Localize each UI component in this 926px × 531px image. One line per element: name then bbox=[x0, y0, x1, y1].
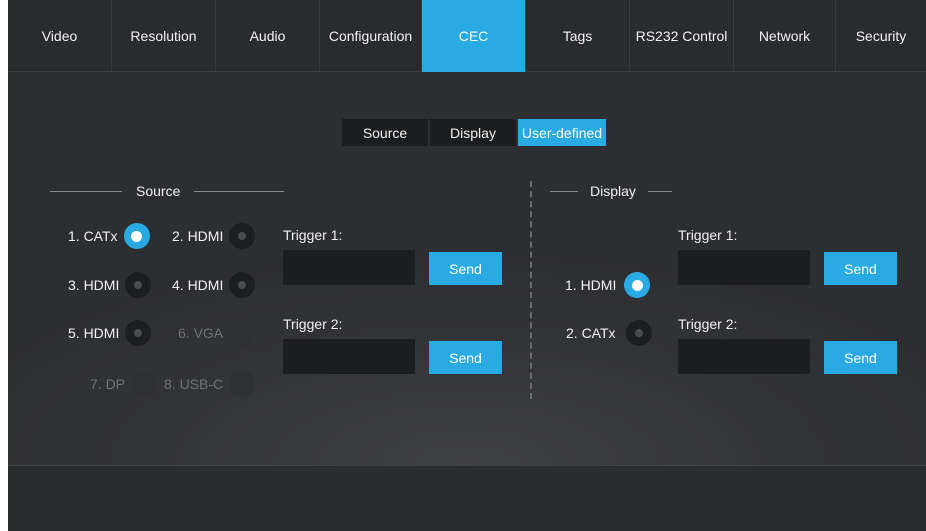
display-trigger-1-send-button[interactable]: Send bbox=[824, 252, 897, 285]
radio-button-disabled bbox=[229, 371, 256, 397]
display-trigger-2-send-button[interactable]: Send bbox=[824, 341, 897, 374]
radio-dot bbox=[134, 281, 143, 289]
display-section-title: Display bbox=[550, 183, 672, 199]
tab-security[interactable]: Security bbox=[836, 0, 926, 72]
source-input-1[interactable]: 1. CATx bbox=[68, 223, 150, 249]
display-trigger-1-label: Trigger 1: bbox=[678, 227, 738, 243]
source-trigger-2-label: Trigger 2: bbox=[283, 316, 343, 332]
display-trigger-1-input[interactable] bbox=[678, 250, 810, 285]
radio-button[interactable] bbox=[125, 320, 152, 346]
radio-dot bbox=[634, 329, 643, 337]
source-trigger-2-send-button[interactable]: Send bbox=[429, 341, 502, 374]
source-input-4[interactable]: 4. HDMI bbox=[172, 272, 256, 298]
display-output-2[interactable]: 2. CATx bbox=[566, 320, 652, 346]
source-input-3[interactable]: 3. HDMI bbox=[68, 272, 152, 298]
tab-tags[interactable]: Tags bbox=[526, 0, 630, 72]
mode-display-button[interactable]: Display bbox=[430, 119, 516, 146]
title-line-right bbox=[194, 190, 285, 192]
radio-dot bbox=[140, 380, 149, 388]
display-output-1[interactable]: 1. HDMI bbox=[565, 272, 651, 298]
radio-label: 4. HDMI bbox=[172, 277, 224, 293]
radio-label: 8. USB-C bbox=[164, 376, 224, 392]
title-line-left bbox=[50, 190, 122, 192]
radio-label: 1. CATx bbox=[68, 228, 118, 244]
source-trigger-1-label: Trigger 1: bbox=[283, 227, 343, 243]
radio-label: 2. CATx bbox=[566, 325, 616, 341]
radio-button[interactable] bbox=[229, 223, 256, 249]
radio-label: 6. VGA bbox=[178, 325, 224, 341]
source-input-8: 8. USB-C bbox=[164, 371, 256, 397]
section-divider bbox=[530, 181, 532, 399]
source-trigger-1-input[interactable] bbox=[283, 250, 415, 285]
top-tab-bar: Video Resolution Audio Configuration CEC… bbox=[8, 0, 926, 72]
radio-dot bbox=[131, 230, 143, 242]
cec-content: Source Display User-defined Source Displ… bbox=[8, 73, 926, 465]
radio-label: 5. HDMI bbox=[68, 325, 120, 341]
source-trigger-2-input[interactable] bbox=[283, 339, 415, 374]
radio-label: 7. DP bbox=[90, 376, 126, 392]
display-title-text: Display bbox=[590, 183, 636, 199]
radio-dot bbox=[238, 329, 247, 337]
mode-source-button[interactable]: Source bbox=[342, 119, 428, 146]
source-input-7: 7. DP bbox=[90, 371, 158, 397]
radio-button-disabled bbox=[229, 320, 256, 346]
display-trigger-2-label: Trigger 2: bbox=[678, 316, 738, 332]
source-input-6: 6. VGA bbox=[178, 320, 256, 346]
tab-configuration[interactable]: Configuration bbox=[320, 0, 422, 72]
source-section-title: Source bbox=[50, 183, 285, 199]
radio-label: 2. HDMI bbox=[172, 228, 224, 244]
radio-dot bbox=[134, 329, 143, 337]
source-input-2[interactable]: 2. HDMI bbox=[172, 223, 256, 249]
tab-video[interactable]: Video bbox=[8, 0, 112, 72]
source-input-5[interactable]: 5. HDMI bbox=[68, 320, 152, 346]
radio-label: 3. HDMI bbox=[68, 277, 120, 293]
display-trigger-2-input[interactable] bbox=[678, 339, 810, 374]
radio-dot bbox=[238, 281, 247, 289]
title-line-left bbox=[550, 190, 578, 192]
radio-button[interactable] bbox=[625, 320, 652, 346]
radio-button-checked[interactable] bbox=[624, 272, 651, 298]
tab-resolution[interactable]: Resolution bbox=[112, 0, 216, 72]
tab-audio[interactable]: Audio bbox=[216, 0, 320, 72]
radio-button-checked[interactable] bbox=[123, 223, 150, 249]
radio-button-disabled bbox=[131, 371, 158, 397]
mode-user-defined-button[interactable]: User-defined bbox=[518, 119, 606, 146]
tab-network[interactable]: Network bbox=[734, 0, 836, 72]
title-line-right bbox=[647, 190, 672, 192]
radio-button[interactable] bbox=[125, 272, 152, 298]
source-title-text: Source bbox=[136, 183, 181, 199]
tab-rs232-control[interactable]: RS232 Control bbox=[630, 0, 734, 72]
source-trigger-1-send-button[interactable]: Send bbox=[429, 252, 502, 285]
radio-dot bbox=[238, 232, 247, 240]
mode-selector: Source Display User-defined bbox=[342, 119, 606, 146]
footer-bar bbox=[8, 465, 926, 531]
cec-settings-page: Video Resolution Audio Configuration CEC… bbox=[8, 0, 926, 531]
radio-dot bbox=[631, 279, 643, 291]
radio-label: 1. HDMI bbox=[565, 277, 617, 293]
radio-button[interactable] bbox=[229, 272, 256, 298]
tab-cec[interactable]: CEC bbox=[422, 0, 526, 72]
radio-dot bbox=[238, 380, 247, 388]
